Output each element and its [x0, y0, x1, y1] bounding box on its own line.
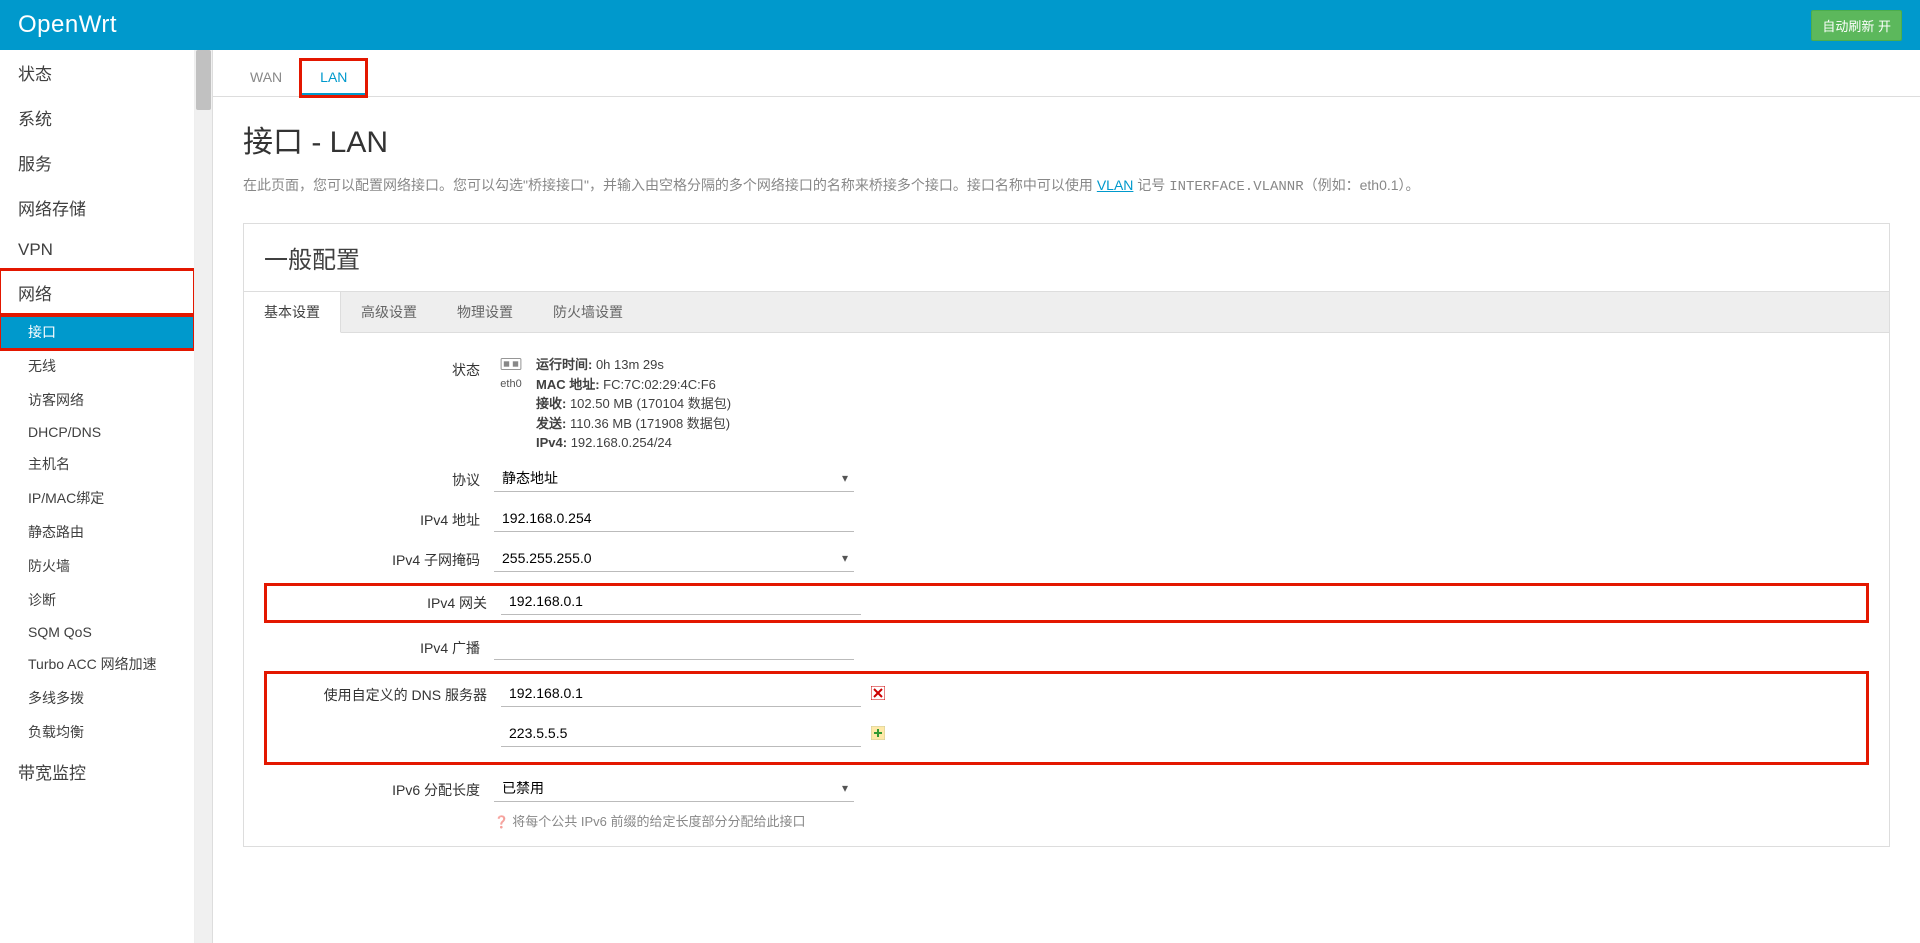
label-dns: 使用自定义的 DNS 服务器: [271, 680, 501, 705]
sidebar-item[interactable]: 访客网络: [0, 383, 194, 417]
vlan-link[interactable]: VLAN: [1097, 177, 1134, 193]
interface-icon-block: eth0: [494, 355, 528, 390]
auto-refresh-button[interactable]: 自动刷新 开: [1811, 10, 1902, 41]
sidebar-category[interactable]: VPN: [0, 230, 194, 270]
sidebar-item[interactable]: DHCP/DNS: [0, 417, 194, 447]
sidebar-category[interactable]: 服务: [0, 140, 194, 185]
row-ipv4-address: IPv4 地址: [264, 499, 1869, 539]
sidebar-nav: 状态系统服务网络存储VPN网络接口无线访客网络DHCP/DNS主机名IP/MAC…: [0, 50, 195, 943]
ipv6-assign-hint: 将每个公共 IPv6 前缀的给定长度部分分配给此接口: [494, 809, 806, 830]
sidebar-item[interactable]: 接口: [0, 315, 194, 349]
sidebar-category[interactable]: 状态: [0, 50, 194, 95]
config-tab[interactable]: 防火墙设置: [533, 292, 643, 332]
sidebar-item[interactable]: 无线: [0, 349, 194, 383]
netmask-select[interactable]: 255.255.255.0: [494, 545, 854, 572]
sidebar-item[interactable]: 主机名: [0, 447, 194, 481]
sidebar-category[interactable]: 网络存储: [0, 185, 194, 230]
interface-status-text: 运行时间: 0h 13m 29s MAC 地址: FC:7C:02:29:4C:…: [536, 355, 731, 453]
config-tab[interactable]: 物理设置: [437, 292, 533, 332]
row-status: 状态 eth0: [264, 349, 1869, 459]
row-gateway: IPv4 网关: [264, 583, 1869, 623]
row-dns-2: [271, 718, 1862, 758]
sidebar-item[interactable]: 诊断: [0, 583, 194, 617]
sidebar-item[interactable]: 防火墙: [0, 549, 194, 583]
label-status: 状态: [264, 355, 494, 380]
dns-add-icon[interactable]: [869, 724, 887, 742]
config-tab[interactable]: 基本设置: [244, 292, 341, 333]
top-header: OpenWrt 自动刷新 开: [0, 0, 1920, 50]
sidebar-item[interactable]: Turbo ACC 网络加速: [0, 647, 194, 681]
sidebar-item[interactable]: 负载均衡: [0, 715, 194, 749]
config-tab[interactable]: 高级设置: [341, 292, 437, 332]
label-netmask: IPv4 子网掩码: [264, 545, 494, 570]
row-broadcast: IPv4 广播: [264, 627, 1869, 667]
row-netmask: IPv4 子网掩码 255.255.255.0: [264, 539, 1869, 579]
scroll-thumb[interactable]: [196, 50, 211, 110]
label-gateway: IPv4 网关: [271, 588, 501, 613]
ipv6-assign-select[interactable]: 已禁用: [494, 775, 854, 802]
row-protocol: 协议 静态地址: [264, 459, 1869, 499]
label-ipv4-address: IPv4 地址: [264, 505, 494, 530]
protocol-select[interactable]: 静态地址: [494, 465, 854, 492]
main-content: WANLAN 接口 - LAN 在此页面，您可以配置网络接口。您可以勾选"桥接接…: [213, 50, 1920, 943]
brand-logo[interactable]: OpenWrt: [18, 11, 117, 39]
sidebar-item[interactable]: 静态路由: [0, 515, 194, 549]
row-ipv6-hint: 将每个公共 IPv6 前缀的给定长度部分分配给此接口: [264, 809, 1869, 830]
dns-input-2[interactable]: [501, 720, 861, 747]
sidebar-category[interactable]: 网络: [0, 270, 194, 315]
section-title: 一般配置: [244, 224, 1889, 291]
sidebar-category[interactable]: 系统: [0, 95, 194, 140]
page-title: 接口 - LAN: [243, 117, 1890, 161]
sidebar-item[interactable]: SQM QoS: [0, 617, 194, 647]
interface-tabs: WANLAN: [213, 50, 1920, 97]
config-tabs: 基本设置高级设置物理设置防火墙设置: [244, 291, 1889, 333]
dns-input-1[interactable]: [501, 680, 861, 707]
dns-remove-icon[interactable]: [869, 684, 887, 702]
interface-tab[interactable]: LAN: [301, 60, 366, 96]
ethernet-icon: [500, 355, 522, 373]
interface-tab[interactable]: WAN: [231, 60, 301, 96]
sidebar-category[interactable]: 带宽监控: [0, 749, 194, 794]
row-dns-1: 使用自定义的 DNS 服务器: [271, 678, 1862, 718]
ipv4-address-input[interactable]: [494, 505, 854, 532]
sidebar-item[interactable]: 多线多拨: [0, 681, 194, 715]
page-description: 在此页面，您可以配置网络接口。您可以勾选"桥接接口"，并输入由空格分隔的多个网络…: [243, 175, 1890, 195]
row-ipv6-assign: IPv6 分配长度 已禁用: [264, 769, 1869, 809]
broadcast-input[interactable]: [494, 633, 854, 660]
gateway-input[interactable]: [501, 588, 861, 615]
scroll-gutter[interactable]: [195, 50, 213, 943]
general-config-section: 一般配置 基本设置高级设置物理设置防火墙设置 状态: [243, 223, 1890, 847]
label-broadcast: IPv4 广播: [264, 633, 494, 658]
sidebar-item[interactable]: IP/MAC绑定: [0, 481, 194, 515]
label-protocol: 协议: [264, 465, 494, 490]
label-ipv6-assign: IPv6 分配长度: [264, 775, 494, 800]
